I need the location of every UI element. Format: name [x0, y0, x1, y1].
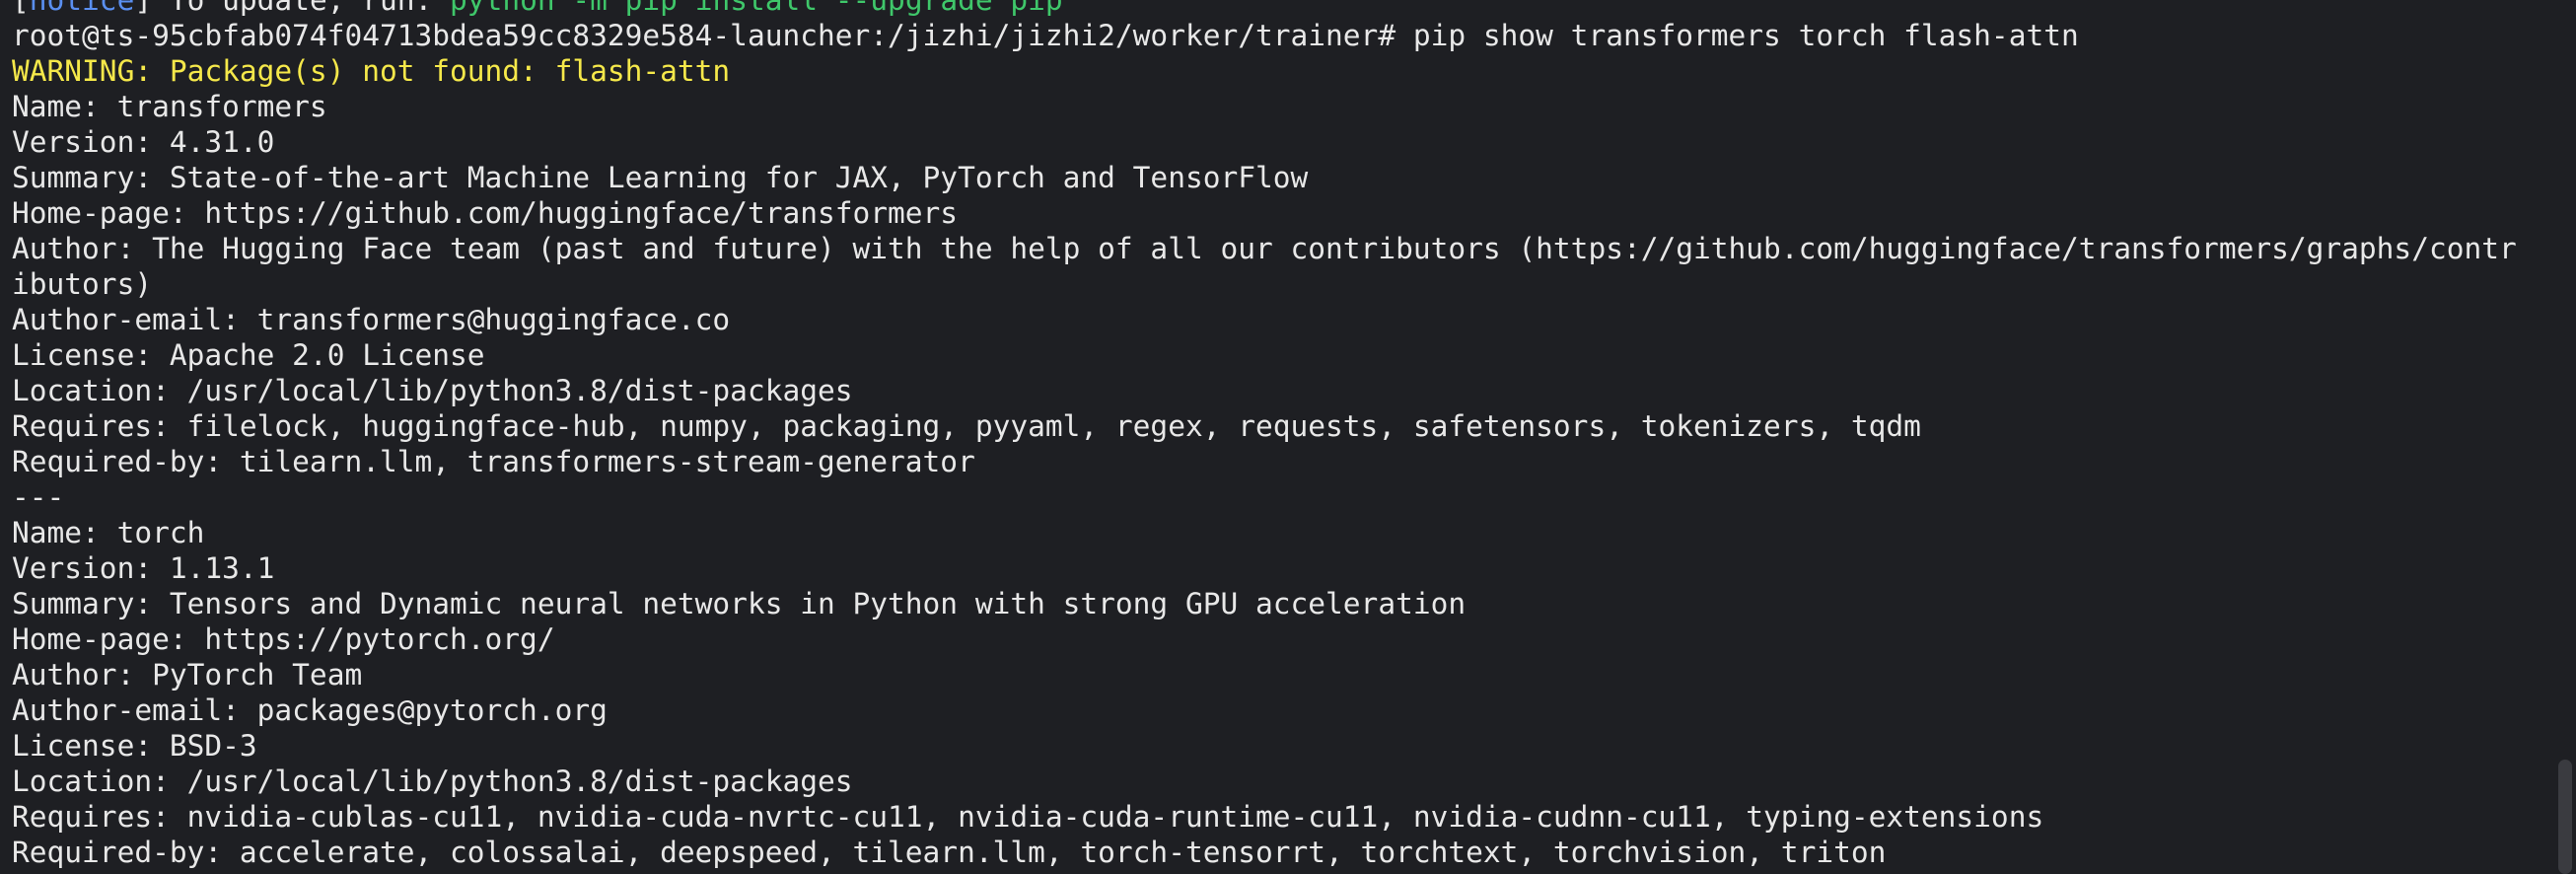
terminal-text-segment: Requires: filelock, huggingface-hub, num… [12, 409, 1921, 443]
terminal-text-segment: Required-by: accelerate, colossalai, dee… [12, 836, 1887, 869]
terminal-text-segment: [ [12, 0, 30, 17]
terminal-line: Name: transformers [12, 89, 2537, 124]
terminal-line: Location: /usr/local/lib/python3.8/dist-… [12, 764, 2537, 799]
terminal-line: Version: 1.13.1 [12, 550, 2537, 586]
terminal-line: --- [12, 479, 2537, 515]
terminal-text-segment: Author-email: transformers@huggingface.c… [12, 303, 731, 336]
scrollbar-thumb[interactable] [2558, 760, 2572, 874]
terminal-line: Required-by: accelerate, colossalai, dee… [12, 835, 2537, 870]
terminal-text-segment: notice [29, 0, 135, 17]
terminal-text-segment: Required-by: tilearn.llm, transformers-s… [12, 445, 975, 478]
terminal-text-segment: Location: /usr/local/lib/python3.8/dist-… [12, 765, 853, 798]
terminal-line: Summary: State-of-the-art Machine Learni… [12, 160, 2537, 195]
terminal-line: Name: torch [12, 515, 2537, 550]
terminal-text-segment: Author: PyTorch Team [12, 658, 363, 692]
terminal-text-segment: Home-page: https://pytorch.org/ [12, 622, 555, 656]
terminal-line: Location: /usr/local/lib/python3.8/dist-… [12, 373, 2537, 408]
terminal-text-segment: Requires: nvidia-cublas-cu11, nvidia-cud… [12, 800, 2044, 834]
terminal-text-segment: License: Apache 2.0 License [12, 338, 485, 372]
terminal-text-segment: Author: The Hugging Face team (past and … [12, 232, 2517, 265]
terminal-line: root@ts-95cbfab074f04713bdea59cc8329e584… [12, 18, 2537, 53]
terminal-text-segment: Author-email: packages@pytorch.org [12, 693, 608, 727]
terminal-text-segment: WARNING: Package(s) not found: flash-att… [12, 54, 731, 88]
terminal-output: [notice] To update, run: python -m pip i… [12, 0, 2537, 874]
terminal-text-segment: Location: /usr/local/lib/python3.8/dist-… [12, 374, 853, 407]
terminal-window[interactable]: [notice] To update, run: python -m pip i… [0, 0, 2576, 874]
terminal-line: ibutors) [12, 266, 2537, 302]
terminal-text-segment: ] To update, run: [134, 0, 451, 17]
terminal-line: Version: 4.31.0 [12, 124, 2537, 160]
terminal-line: Summary: Tensors and Dynamic neural netw… [12, 586, 2537, 621]
terminal-text-segment: License: BSD-3 [12, 729, 257, 763]
terminal-line: Requires: filelock, huggingface-hub, num… [12, 408, 2537, 444]
terminal-line: root@ts-95cbfab074f04713bdea59cc8329e584… [12, 870, 2537, 874]
terminal-text-segment: Summary: State-of-the-art Machine Learni… [12, 161, 1309, 194]
terminal-line: Author-email: packages@pytorch.org [12, 692, 2537, 728]
terminal-line: Author-email: transformers@huggingface.c… [12, 302, 2537, 337]
terminal-line: WARNING: Package(s) not found: flash-att… [12, 53, 2537, 89]
terminal-line: License: BSD-3 [12, 728, 2537, 764]
terminal-line: Home-page: https://github.com/huggingfac… [12, 195, 2537, 231]
terminal-line: [notice] To update, run: python -m pip i… [12, 0, 2537, 18]
terminal-line: Requires: nvidia-cublas-cu11, nvidia-cud… [12, 799, 2537, 835]
terminal-line: License: Apache 2.0 License [12, 337, 2537, 373]
terminal-line: Home-page: https://pytorch.org/ [12, 621, 2537, 657]
terminal-text-segment: --- [12, 480, 65, 514]
terminal-text-segment: ibutors) [12, 267, 153, 301]
terminal-line: Required-by: tilearn.llm, transformers-s… [12, 444, 2537, 479]
terminal-text-segment: Home-page: https://github.com/huggingfac… [12, 196, 959, 230]
terminal-text-segment: Summary: Tensors and Dynamic neural netw… [12, 587, 1467, 620]
terminal-text-segment: Version: 1.13.1 [12, 551, 275, 585]
terminal-text-segment: Version: 4.31.0 [12, 125, 275, 159]
terminal-line: Author: The Hugging Face team (past and … [12, 231, 2537, 266]
terminal-text-segment: root@ts-95cbfab074f04713bdea59cc8329e584… [12, 19, 2079, 52]
terminal-line: Author: PyTorch Team [12, 657, 2537, 692]
terminal-text-segment: python -m pip install --upgrade pip [450, 0, 1063, 17]
terminal-text-segment: Name: transformers [12, 90, 327, 123]
terminal-text-segment: Name: torch [12, 516, 205, 549]
